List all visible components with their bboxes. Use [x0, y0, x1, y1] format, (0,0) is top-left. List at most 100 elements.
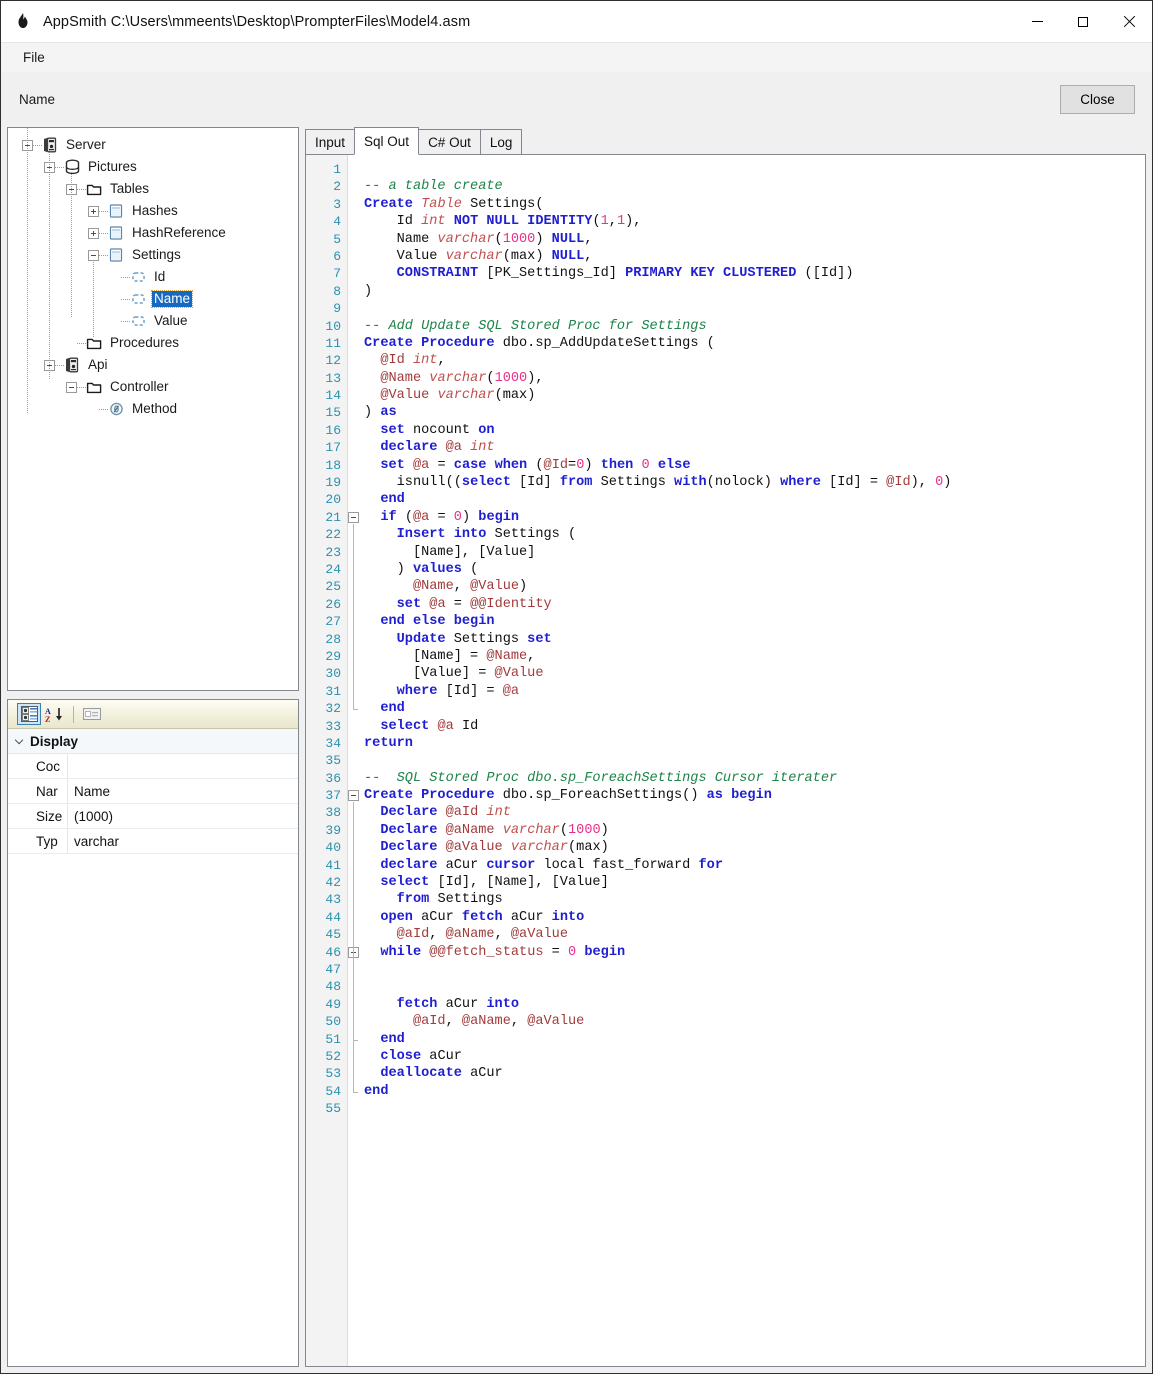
panel-splitter[interactable]	[7, 691, 299, 699]
tree-node-settings[interactable]: Settings	[8, 244, 298, 266]
object-tree-panel[interactable]: ServerPicturesTablesHashesHashReferenceS…	[7, 127, 299, 691]
tree-connector	[121, 321, 130, 322]
title-bar[interactable]: AppSmith C:\Users\mmeents\Desktop\Prompt…	[1, 1, 1152, 42]
tree-guide-line	[71, 172, 72, 318]
tree-node-api[interactable]: Api	[8, 354, 298, 376]
code-token: )	[364, 284, 372, 299]
line-number: 44	[306, 909, 347, 926]
tree-node-procedures[interactable]: Procedures	[8, 332, 298, 354]
code-token: 0	[454, 510, 462, 525]
tree-node-hashes[interactable]: Hashes	[8, 200, 298, 222]
tree-node-id[interactable]: Id	[8, 266, 298, 288]
code-output-pane[interactable]: 1234567891011121314151617181920212223242…	[305, 155, 1146, 1367]
method-icon	[108, 401, 125, 417]
code-token: NOT NULL IDENTITY	[454, 214, 593, 229]
code-token: from	[397, 892, 430, 907]
tree-node-method[interactable]: Method	[8, 398, 298, 420]
code-token: CONSTRAINT	[397, 266, 479, 281]
sql-code-content[interactable]: -- a table createCreate Table Settings( …	[360, 155, 1145, 1366]
property-category-display[interactable]: ⌵Display	[8, 729, 298, 754]
tree-guide-line	[49, 150, 50, 380]
code-token: end	[380, 1032, 404, 1047]
line-number: 19	[306, 474, 347, 491]
line-number: 10	[306, 318, 347, 335]
code-fold-margin[interactable]	[348, 155, 360, 1366]
close-button[interactable]: Close	[1060, 85, 1135, 114]
property-value[interactable]: (1000)	[68, 804, 298, 828]
property-key: Size	[8, 804, 68, 828]
property-category-label: Display	[30, 734, 78, 749]
code-token: @aValue	[527, 1014, 584, 1029]
tree-connector	[55, 365, 64, 366]
line-number: 47	[306, 961, 347, 978]
code-token: Create Procedure	[364, 336, 495, 351]
tree-node-value[interactable]: Value	[8, 310, 298, 332]
tree-node-hashreference[interactable]: HashReference	[8, 222, 298, 244]
property-pages-button[interactable]	[80, 703, 104, 725]
code-token	[364, 371, 380, 386]
code-token: Id	[364, 214, 421, 229]
code-token: Insert into	[397, 527, 487, 542]
code-token: @a	[446, 440, 462, 455]
fold-row	[348, 596, 360, 613]
object-tree[interactable]: ServerPicturesTablesHashesHashReferenceS…	[8, 128, 298, 420]
code-token: (	[592, 214, 600, 229]
chevron-down-icon[interactable]: ⌵	[8, 735, 30, 748]
collapse-icon[interactable]	[66, 382, 77, 393]
property-row[interactable]: Coc	[8, 754, 298, 779]
tab-c-out[interactable]: C# Out	[418, 129, 481, 155]
menu-item-file[interactable]: File	[14, 46, 54, 69]
code-token: 1	[617, 214, 625, 229]
line-number: 11	[306, 335, 347, 352]
maximize-button[interactable]	[1060, 1, 1106, 42]
property-value[interactable]: Name	[68, 779, 298, 803]
property-value[interactable]	[68, 754, 298, 778]
code-token: Id	[454, 719, 478, 734]
alphabetical-sort-button[interactable]: A Z	[43, 703, 67, 725]
fold-row	[348, 718, 360, 735]
code-line: @Name, @Value)	[364, 578, 1145, 595]
property-row[interactable]: NarName	[8, 779, 298, 804]
property-row[interactable]: Typvarchar	[8, 829, 298, 854]
code-line: Name varchar(1000) NULL,	[364, 231, 1145, 248]
code-token: @Value	[380, 388, 429, 403]
expand-icon[interactable]	[88, 206, 99, 217]
folder-icon	[86, 181, 103, 197]
code-line: @aId, @aName, @aValue	[364, 1013, 1145, 1030]
code-line: Declare @aId int	[364, 804, 1145, 821]
fold-row	[348, 961, 360, 978]
property-grid-panel[interactable]: A Z	[7, 699, 299, 1367]
window-close-button[interactable]	[1106, 1, 1152, 42]
tree-node-tables[interactable]: Tables	[8, 178, 298, 200]
code-token: Settings	[592, 475, 674, 490]
output-tab-strip[interactable]: InputSql OutC# OutLog	[305, 127, 1146, 155]
fold-guide-line	[353, 802, 354, 1092]
code-token: select	[380, 875, 429, 890]
fold-collapse-icon[interactable]	[348, 512, 359, 523]
expand-icon[interactable]	[88, 228, 99, 239]
categorized-view-button[interactable]	[17, 703, 41, 725]
property-key: Coc	[8, 754, 68, 778]
tree-node-name[interactable]: Name	[8, 288, 298, 310]
property-row[interactable]: Size(1000)	[8, 804, 298, 829]
fold-collapse-icon[interactable]	[348, 790, 359, 801]
tab-sql-out[interactable]: Sql Out	[354, 127, 419, 155]
tree-node-pictures[interactable]: Pictures	[8, 156, 298, 178]
code-token: )	[462, 510, 478, 525]
code-token: @a	[437, 719, 453, 734]
property-grid-rows[interactable]: ⌵DisplayCocNarNameSize(1000)Typvarchar	[8, 729, 298, 1366]
table-icon	[108, 225, 125, 241]
minimize-button[interactable]	[1014, 1, 1060, 42]
code-token	[364, 910, 380, 925]
tree-node-controller[interactable]: Controller	[8, 376, 298, 398]
tab-log[interactable]: Log	[480, 129, 523, 155]
code-token: @a	[429, 597, 445, 612]
code-token: -- SQL Stored Proc dbo.sp_ForeachSetting…	[364, 771, 837, 786]
code-token: dbo.sp_AddUpdateSettings (	[495, 336, 715, 351]
property-value[interactable]: varchar	[68, 829, 298, 853]
code-token	[364, 388, 380, 403]
tree-node-server[interactable]: Server	[8, 134, 298, 156]
collapse-icon[interactable]	[88, 250, 99, 261]
tab-input[interactable]: Input	[305, 129, 355, 155]
tree-connector	[55, 167, 64, 168]
